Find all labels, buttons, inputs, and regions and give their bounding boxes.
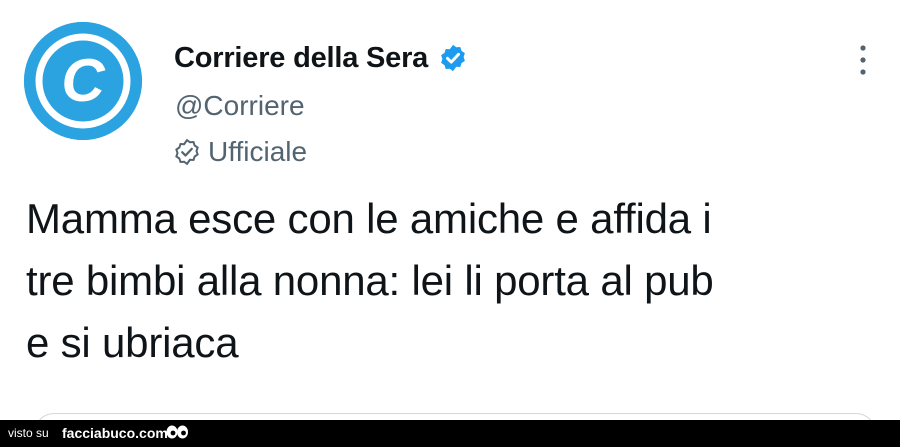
corriere-logo-icon: C xyxy=(24,22,142,140)
tweet-line: e si ubriaca xyxy=(26,319,239,366)
official-label: Ufficiale xyxy=(208,136,308,167)
watermark-brand: facciabuco.com xyxy=(62,425,168,441)
tweet-line: tre bimbi alla nonna: lei li porta al pu… xyxy=(26,257,714,304)
avatar-letter: C xyxy=(61,47,106,114)
avatar[interactable]: C xyxy=(24,22,142,140)
watermark-bar: visto su facciabuco.com xyxy=(0,420,900,447)
display-name[interactable]: Corriere della Sera xyxy=(174,42,428,75)
account-name-row: Corriere della Sera xyxy=(174,36,468,80)
verified-badge-icon xyxy=(438,43,468,73)
watermark-prefix: visto su xyxy=(8,426,49,440)
eyes-logo-icon xyxy=(165,423,189,443)
tweet-line: Mamma esce con le amiche e affida i xyxy=(26,195,712,242)
tweet-text: Mamma esce con le amiche e affida i tre … xyxy=(26,188,886,374)
more-options-icon[interactable] xyxy=(856,42,870,78)
account-handle[interactable]: @Corriere xyxy=(175,90,305,122)
official-check-icon xyxy=(172,137,202,167)
official-label-row: Ufficiale xyxy=(172,136,307,168)
